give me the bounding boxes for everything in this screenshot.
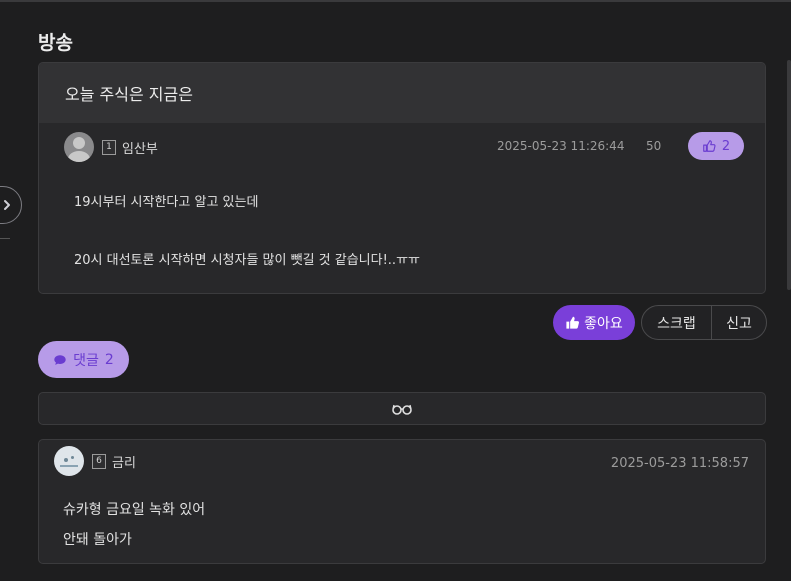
post-tools: 스크랩 신고 <box>641 305 767 340</box>
comments-count: 2 <box>104 351 114 368</box>
chevron-right-icon <box>4 200 10 210</box>
author-nickname[interactable]: 임산부 <box>122 138 158 157</box>
comment-author-nickname[interactable]: 금리 <box>112 452 136 471</box>
side-expand-button[interactable] <box>0 186 22 224</box>
comments-toggle-label: 댓글 <box>73 352 99 369</box>
like-button[interactable]: 좋아요 <box>553 305 635 340</box>
post-card: 오늘 주식은 지금은 1 임산부 2025-05-23 11:26:44 50 … <box>38 62 766 294</box>
board-title: 방송 <box>38 32 73 54</box>
comment-item: 6 금리 2025-05-23 11:58:57 슈카형 금요일 녹화 있어 안… <box>38 439 766 564</box>
post-actions: 좋아요 스크랩 신고 <box>553 305 767 340</box>
post-header: 오늘 주식은 지금은 <box>39 63 765 123</box>
comment-line: 슈카형 금요일 녹화 있어 <box>63 502 206 518</box>
post-date: 2025-05-23 11:26:44 <box>497 139 625 153</box>
post-author[interactable]: 1 임산부 <box>64 132 158 162</box>
like-count-badge[interactable]: 2 <box>688 132 744 160</box>
content-line: 20시 대선토론 시작하면 시청자들 많이 뺏길 것 같습니다!..ㅠㅠ <box>74 253 420 268</box>
level-badge: 1 <box>102 139 116 155</box>
comments-toggle-button[interactable]: 댓글 2 <box>38 341 129 378</box>
comment-date: 2025-05-23 11:58:57 <box>610 456 749 471</box>
post-title: 오늘 주식은 지금은 <box>65 85 193 104</box>
view-count: 50 <box>646 139 662 153</box>
like-button-label: 좋아요 <box>584 315 623 332</box>
avatar[interactable] <box>64 132 94 162</box>
level-badge: 6 <box>92 453 106 469</box>
thumbs-up-icon <box>703 140 716 152</box>
post-content: 19시부터 시작한다고 알고 있는데 20시 대선토론 시작하면 시청자들 많이… <box>74 191 420 268</box>
top-divider <box>0 0 791 2</box>
side-divider <box>0 238 10 239</box>
anonymous-view-bar[interactable] <box>38 392 766 425</box>
speech-bubble-icon <box>54 354 66 365</box>
scrollbar[interactable] <box>787 60 791 290</box>
content-line: 19시부터 시작한다고 알고 있는데 <box>74 195 259 210</box>
comment-content: 슈카형 금요일 녹화 있어 안돼 돌아가 <box>63 499 205 549</box>
thumbs-up-icon <box>566 316 580 329</box>
comment-author[interactable]: 6 금리 <box>54 446 136 476</box>
comment-line: 안돼 돌아가 <box>63 532 132 548</box>
scrap-button[interactable]: 스크랩 <box>642 306 712 339</box>
report-button[interactable]: 신고 <box>712 306 766 339</box>
like-count: 2 <box>721 138 731 154</box>
glasses-icon <box>392 404 412 415</box>
avatar[interactable] <box>54 446 84 476</box>
